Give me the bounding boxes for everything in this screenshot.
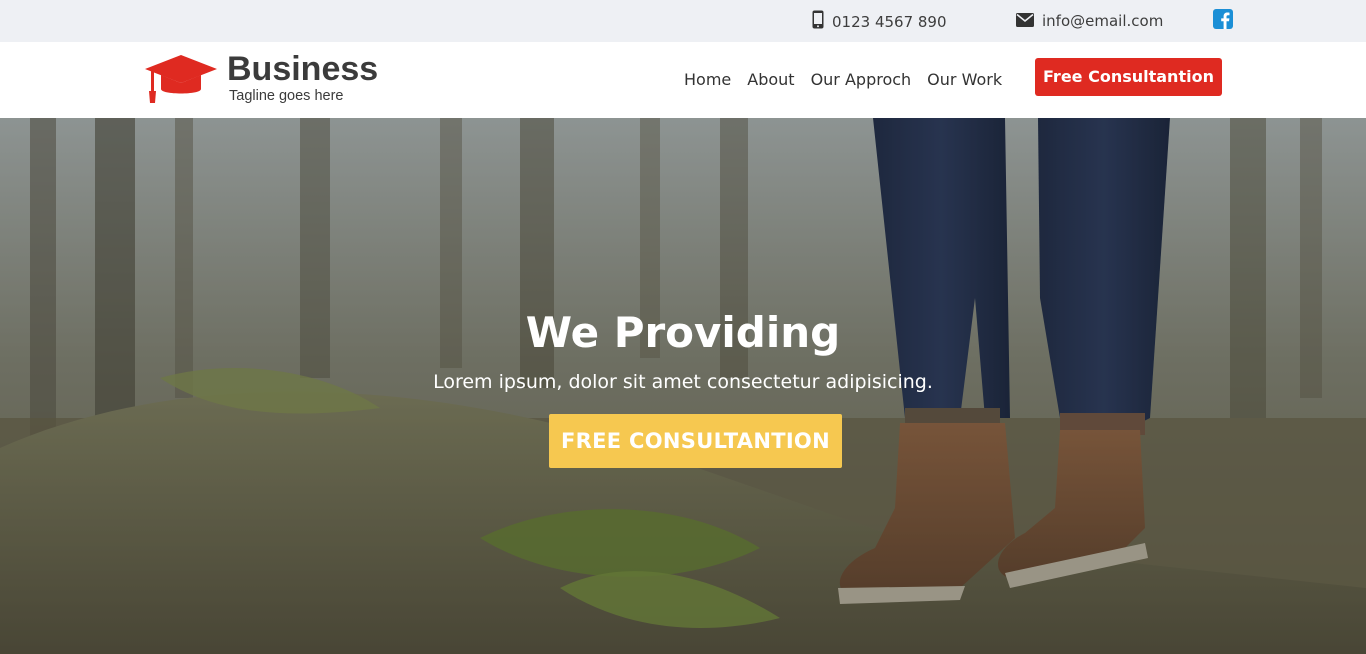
facebook-icon [1213,9,1233,33]
top-contact-bar: 0123 4567 890 info@email.com [0,0,1366,42]
graduation-cap-icon [143,53,219,109]
hero-title: We Providing [525,308,841,357]
brand-name: Business [227,50,379,88]
email-contact[interactable]: info@email.com [1016,10,1163,32]
free-consultation-button[interactable]: Free Consultantion [1035,58,1222,96]
facebook-link[interactable] [1213,9,1233,33]
hero-section: We Providing Lorem ipsum, dolor sit amet… [0,118,1366,654]
nav-item-our-approch[interactable]: Our Approch [811,70,912,90]
main-nav: Home About Our Approch Our Work [684,70,1018,90]
mobile-phone-icon [812,10,824,33]
hero-subtitle: Lorem ipsum, dolor sit amet consectetur … [433,371,933,393]
brand-tagline: Tagline goes here [229,88,344,104]
phone-number: 0123 4567 890 [832,12,947,31]
logo[interactable]: Business Tagline goes here [143,51,403,109]
hero-consultation-button[interactable]: FREE CONSULTANTION [549,414,842,468]
nav-item-about[interactable]: About [747,70,794,90]
phone-contact[interactable]: 0123 4567 890 [812,10,947,33]
nav-item-home[interactable]: Home [684,70,731,90]
email-address: info@email.com [1042,12,1164,30]
site-header: Business Tagline goes here Home About Ou… [0,42,1366,118]
nav-item-our-work[interactable]: Our Work [927,70,1002,90]
envelope-icon [1016,12,1034,31]
